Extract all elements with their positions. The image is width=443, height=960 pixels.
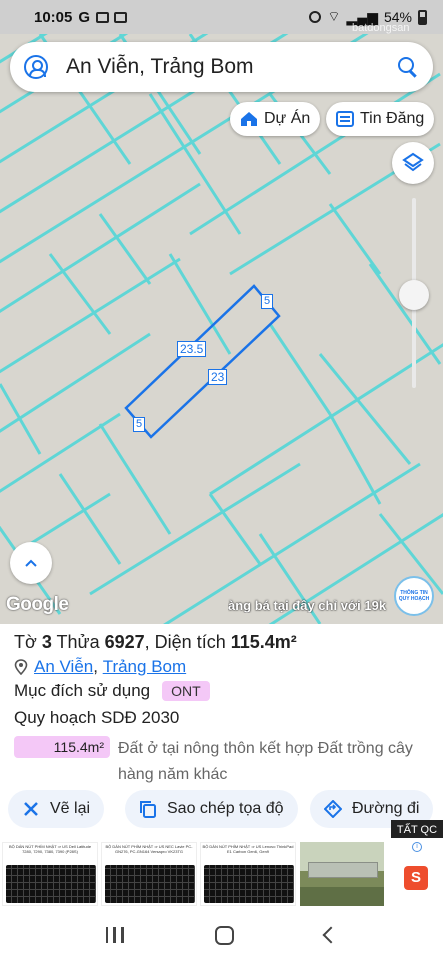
directions-icon: [324, 800, 342, 818]
to-label: Tờ: [14, 632, 37, 652]
ad-item-3[interactable]: BỘ DÁN NÚT PHÍM NHẬT ⇒ US Lenovo ThinkPa…: [200, 842, 296, 906]
notification-icon: [114, 11, 128, 23]
planning-area-badge: 115.4m²: [14, 736, 110, 758]
layers-icon: [402, 152, 424, 172]
planning-year: Quy hoạch SDĐ 2030: [14, 708, 180, 727]
promo-marquee: àng bá tại đây chỉ với 19k: [228, 598, 387, 613]
keyboard-image: [6, 865, 96, 903]
ad-banner[interactable]: BỘ DÁN NÚT PHÍM NHẬT ⇒ US Dell Latitude …: [0, 838, 443, 910]
ad-info-icon[interactable]: i: [412, 842, 422, 852]
thua-label: Thửa: [56, 632, 100, 652]
location-ward-link[interactable]: An Viễn: [34, 657, 93, 677]
keyboard-image: [105, 865, 195, 903]
keyboard-image: [204, 865, 294, 903]
copy-icon: [140, 801, 156, 818]
redraw-label: Vẽ lại: [50, 800, 91, 817]
dimension-label-bottom: 5: [133, 417, 146, 432]
land-use-badge: ONT: [162, 681, 210, 701]
parcel-info-panel: Tờ 3 Thửa 6927, Diện tích 115.4m² An Viễ…: [0, 624, 443, 838]
redraw-button[interactable]: Vẽ lại: [8, 790, 105, 828]
parcel-header: Tờ 3 Thửa 6927, Diện tích 115.4m²: [14, 632, 297, 653]
chip-du-an-label: Dự Án: [264, 110, 311, 127]
back-button[interactable]: [322, 926, 340, 944]
directions-label: Đường đi: [352, 800, 420, 817]
recents-button[interactable]: [105, 927, 124, 943]
battery-icon: [418, 9, 427, 25]
tools-icon: [24, 802, 38, 816]
chip-tin-dang[interactable]: Tin Đăng: [326, 102, 435, 136]
location-pin-icon: [14, 659, 28, 675]
chip-du-an[interactable]: Dự Án: [230, 102, 321, 136]
land-use-label: Mục đích sử dụng: [14, 681, 151, 700]
dimension-label-left: 23.5: [177, 341, 207, 357]
system-nav-bar: [0, 910, 443, 960]
ad-caption: BỘ DÁN NÚT PHÍM NHẬT ⇒ US Dell Latitude …: [8, 844, 92, 854]
copy-coordinates-button[interactable]: Sao chép tọa độ: [125, 790, 298, 828]
ad-item-1[interactable]: BỘ DÁN NÚT PHÍM NHẬT ⇒ US Dell Latitude …: [2, 842, 98, 906]
ad-photo-building[interactable]: [300, 842, 384, 906]
to-value: 3: [41, 632, 52, 652]
opacity-slider-thumb[interactable]: [399, 280, 429, 310]
copy-coordinates-label: Sao chép tọa độ: [167, 800, 284, 817]
chevron-up-icon: [25, 559, 37, 567]
location-district-link[interactable]: Trảng Bom: [103, 657, 186, 677]
watermark: batdongsan: [352, 22, 410, 34]
expand-panel-button[interactable]: [10, 542, 52, 584]
dimension-label-top: 5: [261, 294, 274, 309]
ad-caption: BỘ DÁN NÚT PHÍM NHẬT ⇒ US Lenovo ThinkPa…: [202, 844, 294, 854]
ad-item-2[interactable]: BỘ DÁN NÚT PHÍM NHẬT ⇒ US NEC Lavie PC-G…: [101, 842, 197, 906]
close-ad-button[interactable]: TẤT QC: [391, 820, 443, 840]
dimension-label-right: 23: [208, 369, 228, 385]
thua-value: 6927: [104, 632, 145, 652]
ad-caption: BỘ DÁN NÚT PHÍM NHẬT ⇒ US NEC Lavie PC-G…: [105, 844, 193, 854]
building-image: [308, 862, 378, 878]
planning-area-description: Đất ở tại nông thôn kết hợp Đất trồng câ…: [118, 740, 413, 783]
chip-tin-dang-label: Tin Đăng: [360, 110, 425, 127]
search-bar[interactable]: An Viễn, Trảng Bom: [10, 42, 433, 92]
planning-info-button[interactable]: THÔNG TIN QUY HOẠCH: [394, 576, 434, 616]
google-app-icon: G: [78, 8, 91, 26]
google-logo: Google: [6, 594, 69, 615]
search-input[interactable]: An Viễn, Trảng Bom: [66, 55, 397, 79]
home-icon: [241, 112, 257, 126]
search-icon[interactable]: [397, 56, 419, 78]
location-separator: ,: [93, 657, 103, 676]
dien-tich-value: 115.4m²: [230, 632, 297, 652]
gallery-icon: [96, 11, 110, 23]
dien-tich-label: , Diện tích: [144, 632, 226, 652]
home-button[interactable]: [214, 925, 234, 945]
wifi-icon: ⌔: [327, 8, 341, 24]
alarm-icon: [309, 11, 322, 23]
account-icon[interactable]: [24, 55, 48, 79]
listing-icon: [336, 111, 354, 127]
status-time: 10:05: [34, 8, 73, 26]
layers-button[interactable]: [392, 142, 434, 184]
parcel-location[interactable]: An Viễn , Trảng Bom: [14, 657, 186, 677]
shopee-icon[interactable]: S: [404, 866, 428, 890]
land-use-row: Mục đích sử dụng ONT: [14, 681, 210, 701]
